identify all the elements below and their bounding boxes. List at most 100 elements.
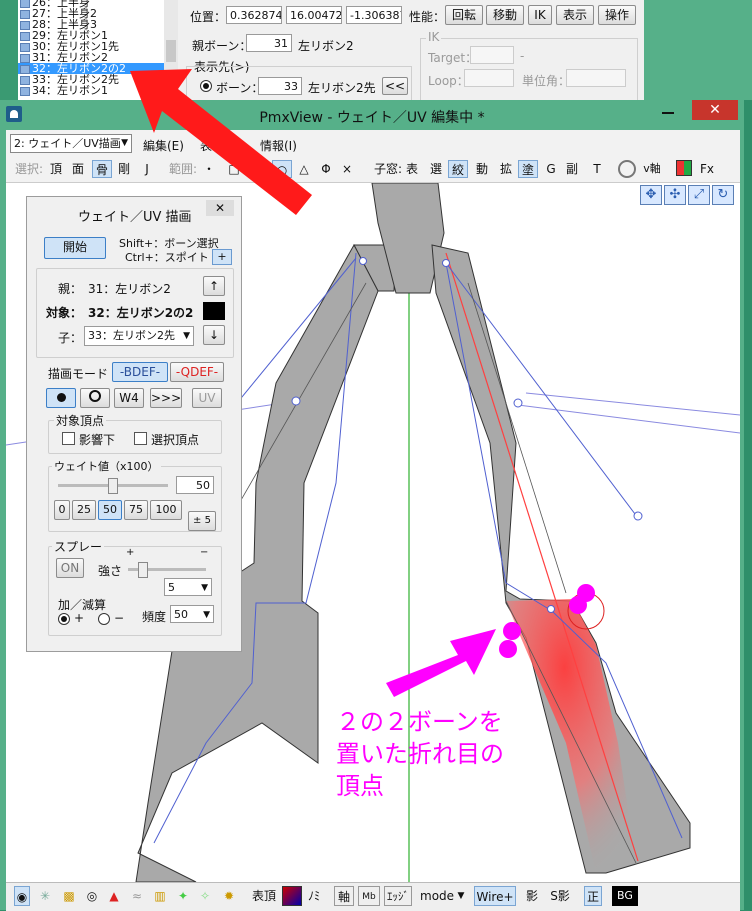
palette-icon[interactable]: [676, 160, 692, 176]
target-color-swatch[interactable]: [203, 302, 225, 320]
bone-joint[interactable]: [359, 257, 367, 265]
list-item[interactable]: 26：上半身: [18, 0, 164, 8]
list-item[interactable]: 28：上半身3: [18, 19, 164, 30]
position-x-field[interactable]: 0.3628744: [226, 6, 282, 24]
axis-toggle[interactable]: 軸: [334, 886, 354, 906]
view-mesh-icon[interactable]: ✳: [36, 886, 54, 906]
ik-loop-field[interactable]: [464, 69, 514, 87]
move-view-icon[interactable]: ✥: [640, 185, 662, 205]
minimize-icon[interactable]: [662, 112, 674, 114]
sub-scale-button[interactable]: 拡: [498, 160, 514, 178]
selected-vertex[interactable]: [503, 622, 521, 640]
sub-g-button[interactable]: G: [544, 160, 558, 178]
close-icon[interactable]: ✕: [692, 100, 738, 120]
up-arrow-button[interactable]: ↑: [203, 276, 225, 296]
subtract-radio[interactable]: [98, 613, 110, 625]
pan-view-icon[interactable]: ✣: [664, 185, 686, 205]
crosshair-icon[interactable]: [618, 160, 636, 178]
position-y-field[interactable]: 16.00472: [286, 6, 342, 24]
view-triangle-icon[interactable]: ▲: [106, 886, 122, 906]
uv-button[interactable]: UV: [192, 388, 222, 408]
selected-vertex[interactable]: [499, 640, 517, 658]
selected-vertex-checkbox[interactable]: [134, 432, 147, 445]
weight-25-button[interactable]: 25: [72, 500, 96, 520]
bone-joint[interactable]: [442, 259, 450, 267]
bdef-button[interactable]: -BDEF-: [112, 362, 168, 382]
brush-dot-button[interactable]: [46, 388, 76, 408]
strength-select[interactable]: 5 ▼: [164, 578, 212, 596]
view-figure-icon[interactable]: ✦: [176, 886, 190, 906]
panel-close-icon[interactable]: ✕: [206, 200, 234, 216]
select-vertex-button[interactable]: 頂: [48, 160, 64, 178]
sub-vice-button[interactable]: 副: [564, 160, 580, 178]
view-figure2-icon[interactable]: ✧: [198, 886, 212, 906]
add-radio[interactable]: [58, 613, 70, 625]
more-button[interactable]: >>>: [150, 388, 182, 408]
dest-jump-button[interactable]: <<: [382, 77, 408, 95]
bone-joint[interactable]: [547, 605, 555, 613]
select-face-button[interactable]: 面: [70, 160, 86, 178]
parent-bone-index-field[interactable]: 31: [246, 34, 292, 52]
view-lock-icon[interactable]: ▥: [152, 886, 168, 906]
ik-target-field[interactable]: [470, 46, 514, 64]
shadow-toggle[interactable]: 影: [524, 886, 540, 906]
view-wire-icon[interactable]: ≈: [128, 886, 146, 906]
range-phi-button[interactable]: Φ: [318, 160, 334, 178]
fx-button[interactable]: Fx: [698, 160, 716, 178]
bone-joint[interactable]: [513, 398, 523, 408]
rotate-toggle[interactable]: 回転: [445, 5, 483, 25]
display-toggle[interactable]: 表示: [556, 5, 594, 25]
influence-checkbox[interactable]: [62, 432, 75, 445]
sub-paint-button[interactable]: 塗: [518, 160, 538, 178]
mode-dropdown[interactable]: mode: [420, 886, 454, 906]
self-shadow-toggle[interactable]: S影: [548, 886, 572, 906]
v-axis-button[interactable]: v軸: [640, 160, 664, 178]
sub-display-button[interactable]: 表: [404, 160, 420, 178]
bone-joint[interactable]: [633, 511, 643, 521]
sub-move-button[interactable]: 動: [474, 160, 490, 178]
child-select[interactable]: 33：左リボン2先 ▼: [84, 326, 194, 346]
no-label[interactable]: ﾉﾐ: [306, 886, 322, 906]
weight-slider-thumb[interactable]: [108, 478, 118, 494]
view-texture-icon[interactable]: ▩: [60, 886, 78, 906]
down-arrow-button[interactable]: ↓: [203, 325, 225, 345]
frequency-select[interactable]: 50 ▼: [170, 605, 214, 623]
qdef-button[interactable]: -QDEF-: [170, 362, 224, 382]
weight-100-button[interactable]: 100: [150, 500, 182, 520]
weight-50-button[interactable]: 50: [98, 500, 122, 520]
move-toggle[interactable]: 移動: [486, 5, 524, 25]
vertex-display-label[interactable]: 表頂: [250, 886, 278, 906]
selected-vertex[interactable]: [569, 596, 587, 614]
weight-0-button[interactable]: 0: [54, 500, 70, 520]
view-bone-icon[interactable]: ✹: [222, 886, 236, 906]
list-item[interactable]: 30：左リボン1先: [18, 41, 164, 52]
spray-on-button[interactable]: ON: [56, 558, 84, 578]
color-icon[interactable]: [282, 886, 302, 906]
wire-plus-toggle[interactable]: Wire+: [474, 886, 516, 906]
view-point-icon[interactable]: ◎: [84, 886, 100, 906]
range-x-button[interactable]: ×: [340, 160, 354, 178]
ik-toggle[interactable]: IK: [528, 5, 552, 25]
strength-slider-thumb[interactable]: [138, 562, 148, 578]
view-vertex-icon[interactable]: ◉: [14, 886, 30, 906]
plus-minus-5-button[interactable]: ± 5: [188, 511, 216, 531]
start-button[interactable]: 開始: [44, 237, 106, 259]
sub-select-button[interactable]: 選: [428, 160, 444, 178]
operate-toggle[interactable]: 操作: [598, 5, 636, 25]
md-toggle[interactable]: Mb: [358, 886, 380, 906]
sub-t-button[interactable]: T: [590, 160, 604, 178]
rotate-view-icon[interactable]: ↻: [712, 185, 734, 205]
weight-value-field[interactable]: 50: [176, 476, 214, 494]
select-bone-button[interactable]: 骨: [92, 160, 112, 178]
front-view-toggle[interactable]: 正: [584, 886, 602, 906]
bg-toggle[interactable]: BG: [612, 886, 638, 906]
mode-select[interactable]: 2: ウェイト／UV描画 ▼: [10, 134, 132, 153]
bone-joint[interactable]: [291, 396, 301, 406]
w4-button[interactable]: W4: [114, 388, 144, 408]
list-item[interactable]: 29：左リボン1: [18, 30, 164, 41]
list-item[interactable]: 27：上半身2: [18, 8, 164, 19]
expand-button[interactable]: +: [212, 249, 232, 265]
sub-narrow-button[interactable]: 絞: [448, 160, 468, 178]
zoom-view-icon[interactable]: ⤢: [688, 185, 710, 205]
ik-unit-angle-field[interactable]: [566, 69, 626, 87]
